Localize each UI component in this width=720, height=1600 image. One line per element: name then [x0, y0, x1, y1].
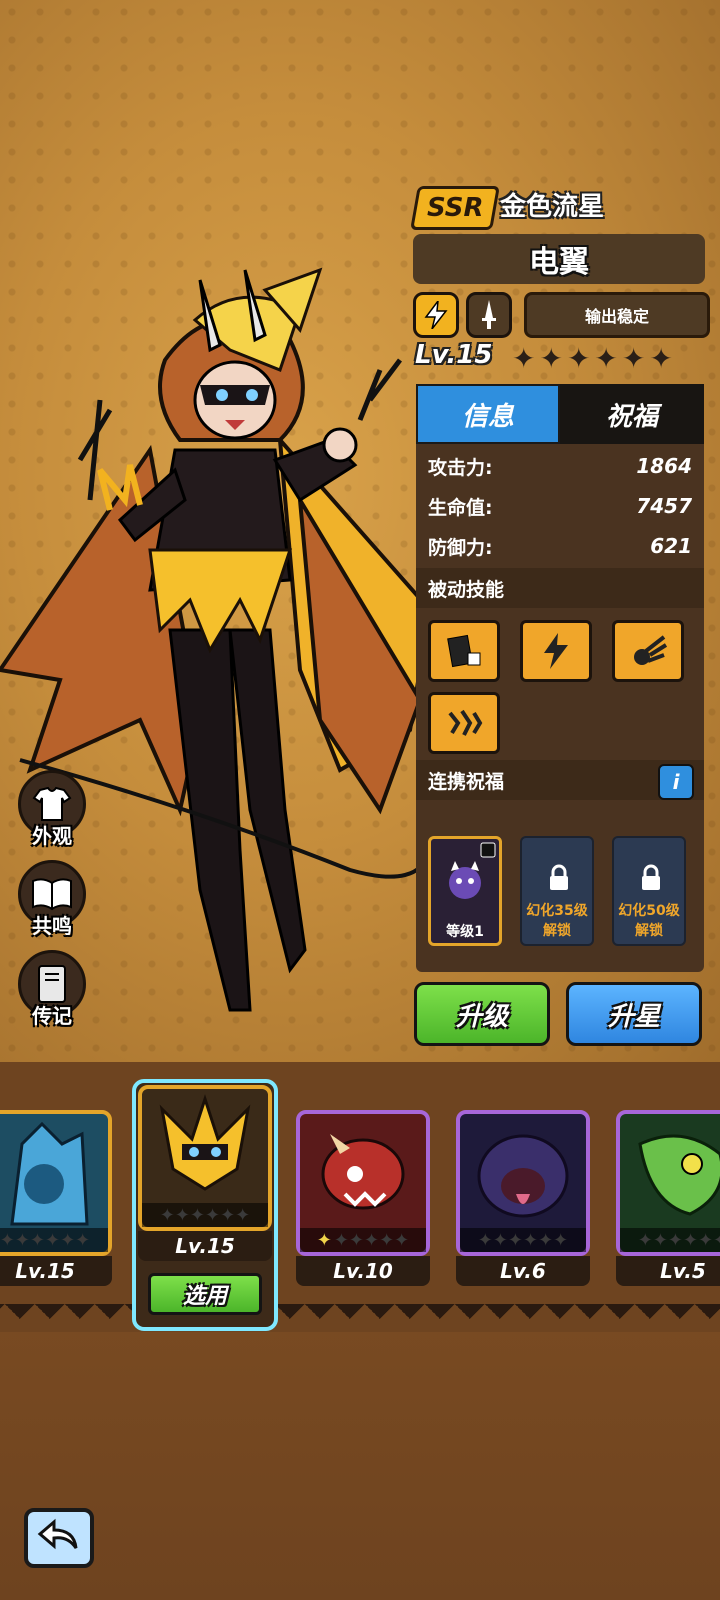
- stat-row-hp: 生命值: 7457: [416, 486, 704, 526]
- appearance-label: 外观: [32, 824, 72, 848]
- card-stars: ✦✦✦✦✦✦: [300, 1228, 426, 1252]
- skill-cards-icon[interactable]: [428, 620, 500, 682]
- card-level: Lv.15: [138, 1231, 272, 1261]
- select-button[interactable]: 选用: [148, 1273, 262, 1315]
- card-stars: ✦✦✦✦✦✦: [620, 1228, 720, 1252]
- blessing-card-locked[interactable]: 幻化35级 解锁: [520, 836, 594, 946]
- skill-shock-icon[interactable]: [428, 692, 500, 754]
- resonance-button[interactable]: 共鸣: [18, 860, 86, 939]
- blessing-unlock-condition: 幻化50级: [618, 903, 680, 919]
- card-stars: ✦✦✦✦✦✦: [0, 1228, 108, 1252]
- blessing-unlock-label: 解锁: [543, 923, 571, 939]
- star-icon: ✦: [649, 342, 673, 375]
- lightning-icon[interactable]: [413, 292, 459, 338]
- hero-name-bar: 电翼: [413, 234, 705, 284]
- sword-icon[interactable]: [466, 292, 512, 338]
- stat-row-defense: 防御力: 621: [416, 526, 704, 566]
- roster-card[interactable]: ✦✦✦✦✦✦ Lv.15: [0, 1110, 112, 1286]
- resonance-label: 共鸣: [32, 914, 72, 938]
- back-button[interactable]: [24, 1508, 94, 1568]
- blessing-card-locked[interactable]: 幻化50级 解锁: [612, 836, 686, 946]
- lock-icon: [639, 864, 663, 896]
- blessing-unlock-condition: 幻化35级: [526, 903, 588, 919]
- roster-card[interactable]: ✦ ✦✦✦✦✦ Lv.10: [296, 1110, 430, 1286]
- stat-value: 7457: [636, 494, 692, 518]
- star-icon: ✦: [594, 342, 618, 375]
- star-icon: ✦: [621, 342, 646, 375]
- rarity-badge: SSR: [410, 186, 500, 230]
- roster-card-selected[interactable]: ✦✦✦✦✦✦ Lv.15 选用: [132, 1079, 278, 1331]
- skill-strike-icon[interactable]: [612, 620, 684, 682]
- upgrade-button[interactable]: 升级: [414, 982, 550, 1046]
- star-rating: ✦ ✦ ✦ ✦ ✦ ✦: [512, 345, 673, 373]
- card-stars: ✦✦✦✦✦✦: [460, 1228, 586, 1252]
- card-level: Lv.6: [456, 1256, 590, 1286]
- tab-info[interactable]: 信息: [416, 384, 560, 444]
- biography-label: 传记: [32, 1004, 72, 1028]
- card-stars: ✦✦✦✦✦✦: [142, 1203, 268, 1227]
- star-icon: ✦: [566, 342, 591, 375]
- star-icon: ✦: [539, 342, 563, 375]
- roster-strip-edge: [0, 1304, 720, 1334]
- roster-card[interactable]: ✦✦✦✦✦✦ Lv.5: [616, 1110, 720, 1286]
- star-icon: ✦: [512, 342, 536, 375]
- info-button[interactable]: i: [658, 764, 694, 800]
- star-up-button[interactable]: 升星: [566, 982, 702, 1046]
- roster-card[interactable]: ✦✦✦✦✦✦ Lv.6: [456, 1110, 590, 1286]
- skill-lightning-icon[interactable]: [520, 620, 592, 682]
- card-level: Lv.5: [616, 1256, 720, 1286]
- stat-label: 防御力:: [428, 536, 493, 559]
- stat-row-attack: 攻击力: 1864: [416, 446, 704, 486]
- blessing-card-unlocked[interactable]: 等级1: [428, 836, 502, 946]
- lock-icon: [547, 864, 571, 896]
- hero-info-panel: 信息 祝福 攻击力: 1864 生命值: 7457 防御力: 621 被动技能 …: [416, 384, 704, 972]
- blessing-level: 等级1: [446, 924, 484, 940]
- tab-blessing[interactable]: 祝福: [560, 384, 704, 444]
- gold-star-icon: ✦: [316, 1229, 332, 1251]
- stat-label: 攻击力:: [428, 456, 493, 479]
- stat-value: 1864: [636, 454, 692, 478]
- passive-skills-title: 被动技能: [416, 568, 704, 608]
- hero-name: 电翼: [529, 245, 589, 280]
- stat-label: 生命值:: [428, 496, 493, 519]
- card-level: Lv.10: [296, 1256, 430, 1286]
- back-arrow-icon: [36, 1518, 82, 1558]
- hero-level: Lv.15: [415, 340, 493, 370]
- card-level: Lv.15: [0, 1256, 112, 1286]
- hero-title: 金色流星: [500, 192, 605, 222]
- blessing-unlock-label: 解锁: [635, 923, 663, 939]
- biography-button[interactable]: 传记: [18, 950, 86, 1029]
- role-tag[interactable]: 输出稳定: [524, 292, 710, 338]
- stat-value: 621: [650, 534, 692, 558]
- rarity-text: SSR: [426, 193, 484, 223]
- appearance-button[interactable]: 外观: [18, 770, 86, 849]
